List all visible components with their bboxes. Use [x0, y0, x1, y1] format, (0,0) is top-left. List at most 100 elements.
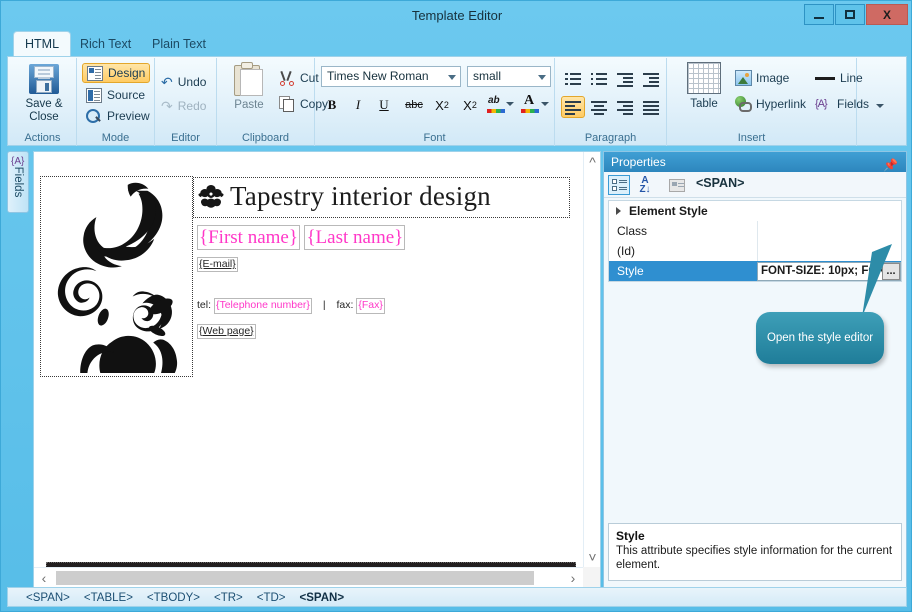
field-last-name[interactable]: {Last name}	[304, 225, 405, 251]
email-row: {E-mail}	[193, 250, 570, 272]
ornament-cell[interactable]	[41, 177, 193, 377]
template-editor-window: Template Editor X HTML Rich Text Plain T…	[0, 0, 912, 612]
align-center-button[interactable]	[587, 96, 611, 118]
editor-panel: Tapestry interior design {First name} {L…	[33, 151, 601, 588]
paste-button[interactable]: Paste	[223, 62, 275, 128]
property-row-style[interactable]: Style FONT-SIZE: 10px; FONT-F ...	[609, 261, 901, 281]
insert-image-button[interactable]: Image	[735, 68, 789, 88]
maximize-button[interactable]	[835, 4, 865, 25]
align-left-button[interactable]	[561, 96, 585, 118]
ribbon-group-actions: Save & Close Actions	[9, 58, 77, 146]
italic-button[interactable]: I	[347, 94, 369, 116]
selected-element-tag: <SPAN>	[696, 176, 744, 190]
property-row-class[interactable]: Class	[609, 221, 901, 241]
field-first-name[interactable]: {First name}	[197, 225, 300, 251]
breadcrumb-item-tr[interactable]: <TR>	[214, 592, 243, 604]
tab-html[interactable]: HTML	[13, 31, 71, 56]
align-justify-button[interactable]	[639, 96, 663, 118]
field-web-page[interactable]: {Web page}	[197, 324, 256, 339]
company-name: Tapestry interior design	[230, 181, 491, 212]
save-and-close-button[interactable]: Save & Close	[13, 62, 75, 128]
property-pages-button[interactable]	[666, 175, 688, 195]
fields-dropdown-arrow[interactable]	[876, 104, 884, 108]
underline-button[interactable]: U	[373, 94, 395, 116]
undo-label: Undo	[178, 75, 207, 89]
horizontal-scrollbar[interactable]: ‹ ›	[34, 567, 583, 587]
breadcrumb-item-span-current[interactable]: <SPAN>	[300, 592, 345, 604]
font-color-dropdown-arrow[interactable]	[541, 102, 549, 106]
hyperlink-icon	[735, 96, 752, 112]
chevron-down-icon	[448, 75, 456, 80]
field-telephone[interactable]: {Telephone number}	[214, 298, 312, 313]
tab-plain-text[interactable]: Plain Text	[141, 33, 217, 56]
mode-preview-button[interactable]: Preview	[82, 106, 154, 126]
align-left-icon	[565, 101, 581, 113]
property-row-id[interactable]: (Id)	[609, 241, 901, 261]
scroll-down-arrow[interactable]: ˅	[584, 547, 601, 567]
scroll-right-arrow[interactable]: ›	[563, 568, 583, 588]
breadcrumb-item-tbody[interactable]: <TBODY>	[147, 592, 200, 604]
property-category-element-style[interactable]: Element Style	[609, 201, 901, 221]
highlighter-icon: ab	[487, 95, 505, 113]
decrease-indent-button[interactable]	[613, 68, 637, 90]
subscript-button[interactable]: X2	[429, 94, 455, 116]
breadcrumb-item-span-outer[interactable]: <SPAN>	[26, 592, 70, 604]
field-fax[interactable]: {Fax}	[356, 298, 385, 313]
style-value-editor[interactable]: FONT-SIZE: 10px; FONT-F ...	[757, 262, 901, 281]
field-email[interactable]: {E-mail}	[197, 257, 238, 272]
font-size-combo[interactable]: small	[467, 66, 551, 87]
vertical-scrollbar[interactable]: ^ ˅	[583, 152, 600, 567]
increase-indent-button[interactable]	[639, 68, 663, 90]
save-label-line2: Close	[29, 111, 58, 124]
insert-hyperlink-button[interactable]: Hyperlink	[735, 94, 806, 114]
design-canvas[interactable]: Tapestry interior design {First name} {L…	[34, 152, 583, 567]
mode-preview-label: Preview	[107, 109, 150, 123]
properties-panel-title: Properties 📌	[604, 152, 906, 172]
property-key-id: (Id)	[609, 244, 757, 258]
scrollbar-corner	[583, 567, 600, 587]
undo-button[interactable]: ↶ Undo	[157, 72, 210, 92]
breadcrumb-item-td[interactable]: <TD>	[257, 592, 286, 604]
bulleted-list-button[interactable]	[587, 68, 611, 90]
mode-source-button[interactable]: Source	[82, 85, 150, 105]
horizontal-scroll-thumb[interactable]	[56, 571, 534, 585]
close-button[interactable]: X	[866, 4, 908, 25]
highlight-color-button[interactable]: ab	[485, 93, 507, 115]
group-label-mode: Mode	[77, 132, 154, 144]
breadcrumb-item-table[interactable]: <TABLE>	[84, 592, 133, 604]
subscript-index: 2	[444, 100, 449, 110]
callout-bubble: Open the style editor	[756, 312, 884, 364]
style-browse-button[interactable]: ...	[882, 263, 900, 280]
bold-button[interactable]: B	[321, 94, 343, 116]
underline-label: U	[379, 97, 388, 113]
mode-design-button[interactable]: Design	[82, 63, 150, 83]
insert-fields-button[interactable]: {A} Fields	[815, 94, 884, 114]
numbered-list-button[interactable]	[561, 68, 585, 90]
align-right-button[interactable]	[613, 96, 637, 118]
scroll-left-arrow[interactable]: ‹	[34, 568, 54, 588]
strikethrough-button[interactable]: abc	[401, 94, 427, 116]
fields-dock-tab[interactable]: {A} Fields	[7, 151, 29, 213]
ribbon-group-font: Times New Roman small B I U abc	[315, 58, 555, 146]
redo-button[interactable]: ↷ Redo	[157, 96, 210, 116]
style-value-text: FONT-SIZE: 10px; FONT-F	[761, 265, 901, 277]
superscript-button[interactable]: X2	[457, 94, 483, 116]
scroll-up-arrow[interactable]: ^	[584, 152, 601, 172]
tab-rich-text[interactable]: Rich Text	[69, 33, 142, 56]
alphabetical-sort-button[interactable]: AZ↓	[634, 175, 656, 195]
mode-source-label: Source	[107, 88, 145, 102]
line-icon	[815, 70, 835, 86]
minimize-button[interactable]	[804, 4, 834, 25]
format-tab-strip: HTML Rich Text Plain Text	[7, 31, 907, 56]
highlight-dropdown-arrow[interactable]	[506, 102, 514, 106]
insert-table-button[interactable]: Table	[675, 62, 733, 128]
properties-panel: Properties 📌 AZ↓ <SPAN> Element Style	[603, 151, 907, 588]
insert-line-button[interactable]: Line	[815, 68, 863, 88]
template-header[interactable]: Tapestry interior design	[193, 177, 570, 218]
property-description-pane: Style This attribute specifies style inf…	[608, 523, 902, 581]
font-color-button[interactable]: A	[519, 93, 541, 115]
font-family-combo[interactable]: Times New Roman	[321, 66, 461, 87]
property-key-class: Class	[609, 224, 757, 238]
undo-icon: ↶	[161, 74, 173, 91]
categorized-view-button[interactable]	[608, 175, 630, 195]
